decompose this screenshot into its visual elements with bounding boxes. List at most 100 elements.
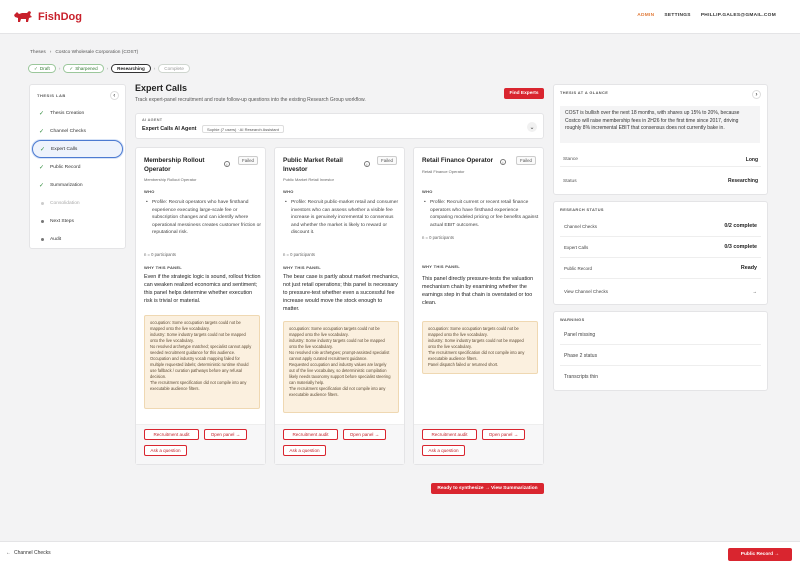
ai-agent-label: AI AGENT [142,118,163,122]
breadcrumb-current: Costco Wholesale Corporation (COST) [55,50,139,55]
ask-question-button[interactable]: Ask a question [283,445,326,456]
thesis-lab-panel: THESIS LAB ‹ ✓ Thesis Creation ✓ Channel C… [29,84,126,249]
panel-profile: Profile: Recruit public-market retail an… [285,199,401,237]
check-icon: ✓ [34,65,38,71]
panel-card-footer: Recruitment audit Open panel → Ask a que… [136,424,265,464]
app-name: FishDog [38,10,82,23]
nav-admin[interactable]: ADMIN [637,13,654,18]
breadcrumb: Theses › Costco Wholesale Corporation (C… [30,50,138,55]
info-icon[interactable]: i [500,159,506,165]
participant-count: n = 0 participants [283,252,316,257]
why-label: WHY THIS PANEL [144,265,183,270]
warnings-title: WARNINGS [560,317,585,322]
open-panel-button[interactable]: Open panel → [204,429,247,440]
breadcrumb-root[interactable]: Theses [30,50,46,55]
arrow-left-icon: ← [6,550,11,556]
check-icon: ✓ [40,146,46,153]
warning-phase-2-status[interactable]: Phase 2 status [560,346,761,366]
ready-to-synthesize-button[interactable]: Ready to synthesize → View Summarization [431,483,544,494]
top-bar: FishDog ADMIN SETTINGS PHILLIP.GALES@GMA… [0,0,800,34]
who-label: WHO [144,189,155,194]
status-dot-icon [40,219,44,223]
research-status-title: RESEARCH STATUS [560,207,604,212]
participant-count: n = 0 participants [422,235,455,240]
bottom-nav-bar: ← Channel Checks [0,541,800,564]
status-badge: Failed [238,156,258,165]
step-sharpened[interactable]: ✓ Sharpened [63,64,104,73]
sidebar-item-summarization[interactable]: ✓ Summarization [30,176,125,194]
panel-card-title: Membership Rollout Operator [144,157,205,173]
panel-card-membership-rollout-operator: Membership Rollout Operator i Failed Mem… [135,147,266,465]
why-this-panel-text: The bear case is partly about market mec… [283,274,400,312]
warning-panel-missing[interactable]: Panel missing [560,325,761,345]
recruitment-warning: occupation: Some occupation targets coul… [283,321,399,413]
panel-card-public-market-retail-investor: Public Market Retail Investor i Failed P… [274,147,405,465]
recruitment-audit-button[interactable]: Recruitment audit [144,429,199,440]
warnings-panel: WARNINGS Panel missing Phase 2 status Tr… [553,311,768,391]
sidebar-item-consolidation[interactable]: Consolidation [30,194,125,212]
sidebar-item-thesis-creation[interactable]: ✓ Thesis Creation [30,104,125,122]
panel-card-footer: Recruitment audit Open panel → Ask a que… [275,424,404,464]
step-draft[interactable]: ✓ Draft [28,64,56,73]
status-dot-icon [40,201,44,205]
step-complete[interactable]: Complete [158,64,190,73]
sidebar-item-channel-checks[interactable]: ✓ Channel Checks [30,122,125,140]
sidebar-item-audit[interactable]: Audit [30,230,125,248]
info-icon[interactable]: i [224,161,230,167]
page-title: Expert Calls [135,83,188,93]
chevron-right-icon[interactable]: › [752,90,761,99]
step-researching[interactable]: Researching [111,64,151,73]
thesis-lab-title: THESIS LAB [37,93,66,98]
panel-card-title: Public Market Retail Investor [283,157,343,173]
step-separator: › [153,66,156,71]
who-label: WHO [422,189,433,194]
warning-transcripts-thin[interactable]: Transcripts thin [560,367,761,387]
why-this-panel-text: Even if the strategic logic is sound, ro… [144,274,261,304]
thesis-stage-steps: ✓ Draft › ✓ Sharpened › Researching › Comp… [28,64,190,73]
panel-profile: Profile: Recruit current or recent retai… [424,199,540,229]
panel-card-footer: Recruitment audit Open panel → Ask a que… [414,424,543,464]
view-channel-checks-link[interactable]: View Channel Checks → [560,281,761,302]
participant-count: n = 0 participants [144,252,177,257]
check-icon: ✓ [39,164,45,171]
ask-question-button[interactable]: Ask a question [144,445,187,456]
recruitment-audit-button[interactable]: Recruitment audit [422,429,477,440]
collapse-sidebar-button[interactable]: ‹ [110,91,119,100]
ai-agent-model-badge: Sophie (7 users) · AI Research Assistant [202,125,284,133]
sidebar-item-public-record[interactable]: ✓ Public Record [30,158,125,176]
check-icon: ✓ [69,65,74,71]
sidebar-item-next-steps[interactable]: Next Steps [30,212,125,230]
back-to-channel-checks-link[interactable]: ← Channel Checks [6,550,51,556]
sidebar-item-expert-calls[interactable]: ✓ Expert Calls [32,140,123,158]
research-status-panel: RESEARCH STATUS Channel Checks 0/2 compl… [553,201,768,305]
open-panel-button[interactable]: Open panel → [482,429,525,440]
ask-question-button[interactable]: Ask a question [422,445,465,456]
status-badge: Failed [377,156,397,165]
recruitment-audit-button[interactable]: Recruitment audit [283,429,338,440]
recruitment-warning: occupation: Some occupation targets coul… [144,315,260,409]
breadcrumb-separator: › [49,50,52,55]
find-experts-button[interactable]: Find Experts [504,88,544,99]
status-row-channel-checks: Channel Checks 0/2 complete [560,216,761,237]
panel-profile: Profile: Recruit operators who have firs… [146,199,262,237]
status-row-public-record: Public Record Ready [560,258,761,279]
panel-card-role: Retail Finance Operator [422,169,465,174]
ai-agent-name: Expert Calls AI Agent [142,126,197,132]
recruitment-warning: occupation: Some occupation targets coul… [422,321,538,374]
panel-card-retail-finance-operator: Retail Finance Operator i Failed Retail … [413,147,544,465]
open-panel-button[interactable]: Open panel → [343,429,386,440]
check-icon: ✓ [39,182,45,189]
status-badge: Failed [516,156,536,165]
why-this-panel-text: This panel directly pressure-tests the v… [422,276,534,306]
public-record-next-button[interactable]: Public Record → [728,548,792,561]
info-icon[interactable]: i [364,161,370,167]
why-label: WHY THIS PANEL [422,264,461,269]
stance-row: Stance Long [560,153,761,167]
ai-agent-selector[interactable]: AI AGENT Expert Calls AI Agent Sophie (7… [135,113,544,139]
nav-settings[interactable]: SETTINGS [664,13,690,18]
chevron-down-icon[interactable]: ⌄ [527,122,537,132]
thesis-at-a-glance-panel: THESIS AT A GLANCE › COST is bullish ove… [553,84,768,195]
logo[interactable]: FishDog [12,8,82,25]
nav-user-email[interactable]: PHILLIP.GALES@GMAIL.COM [701,13,776,18]
status-dot-icon [40,237,44,241]
